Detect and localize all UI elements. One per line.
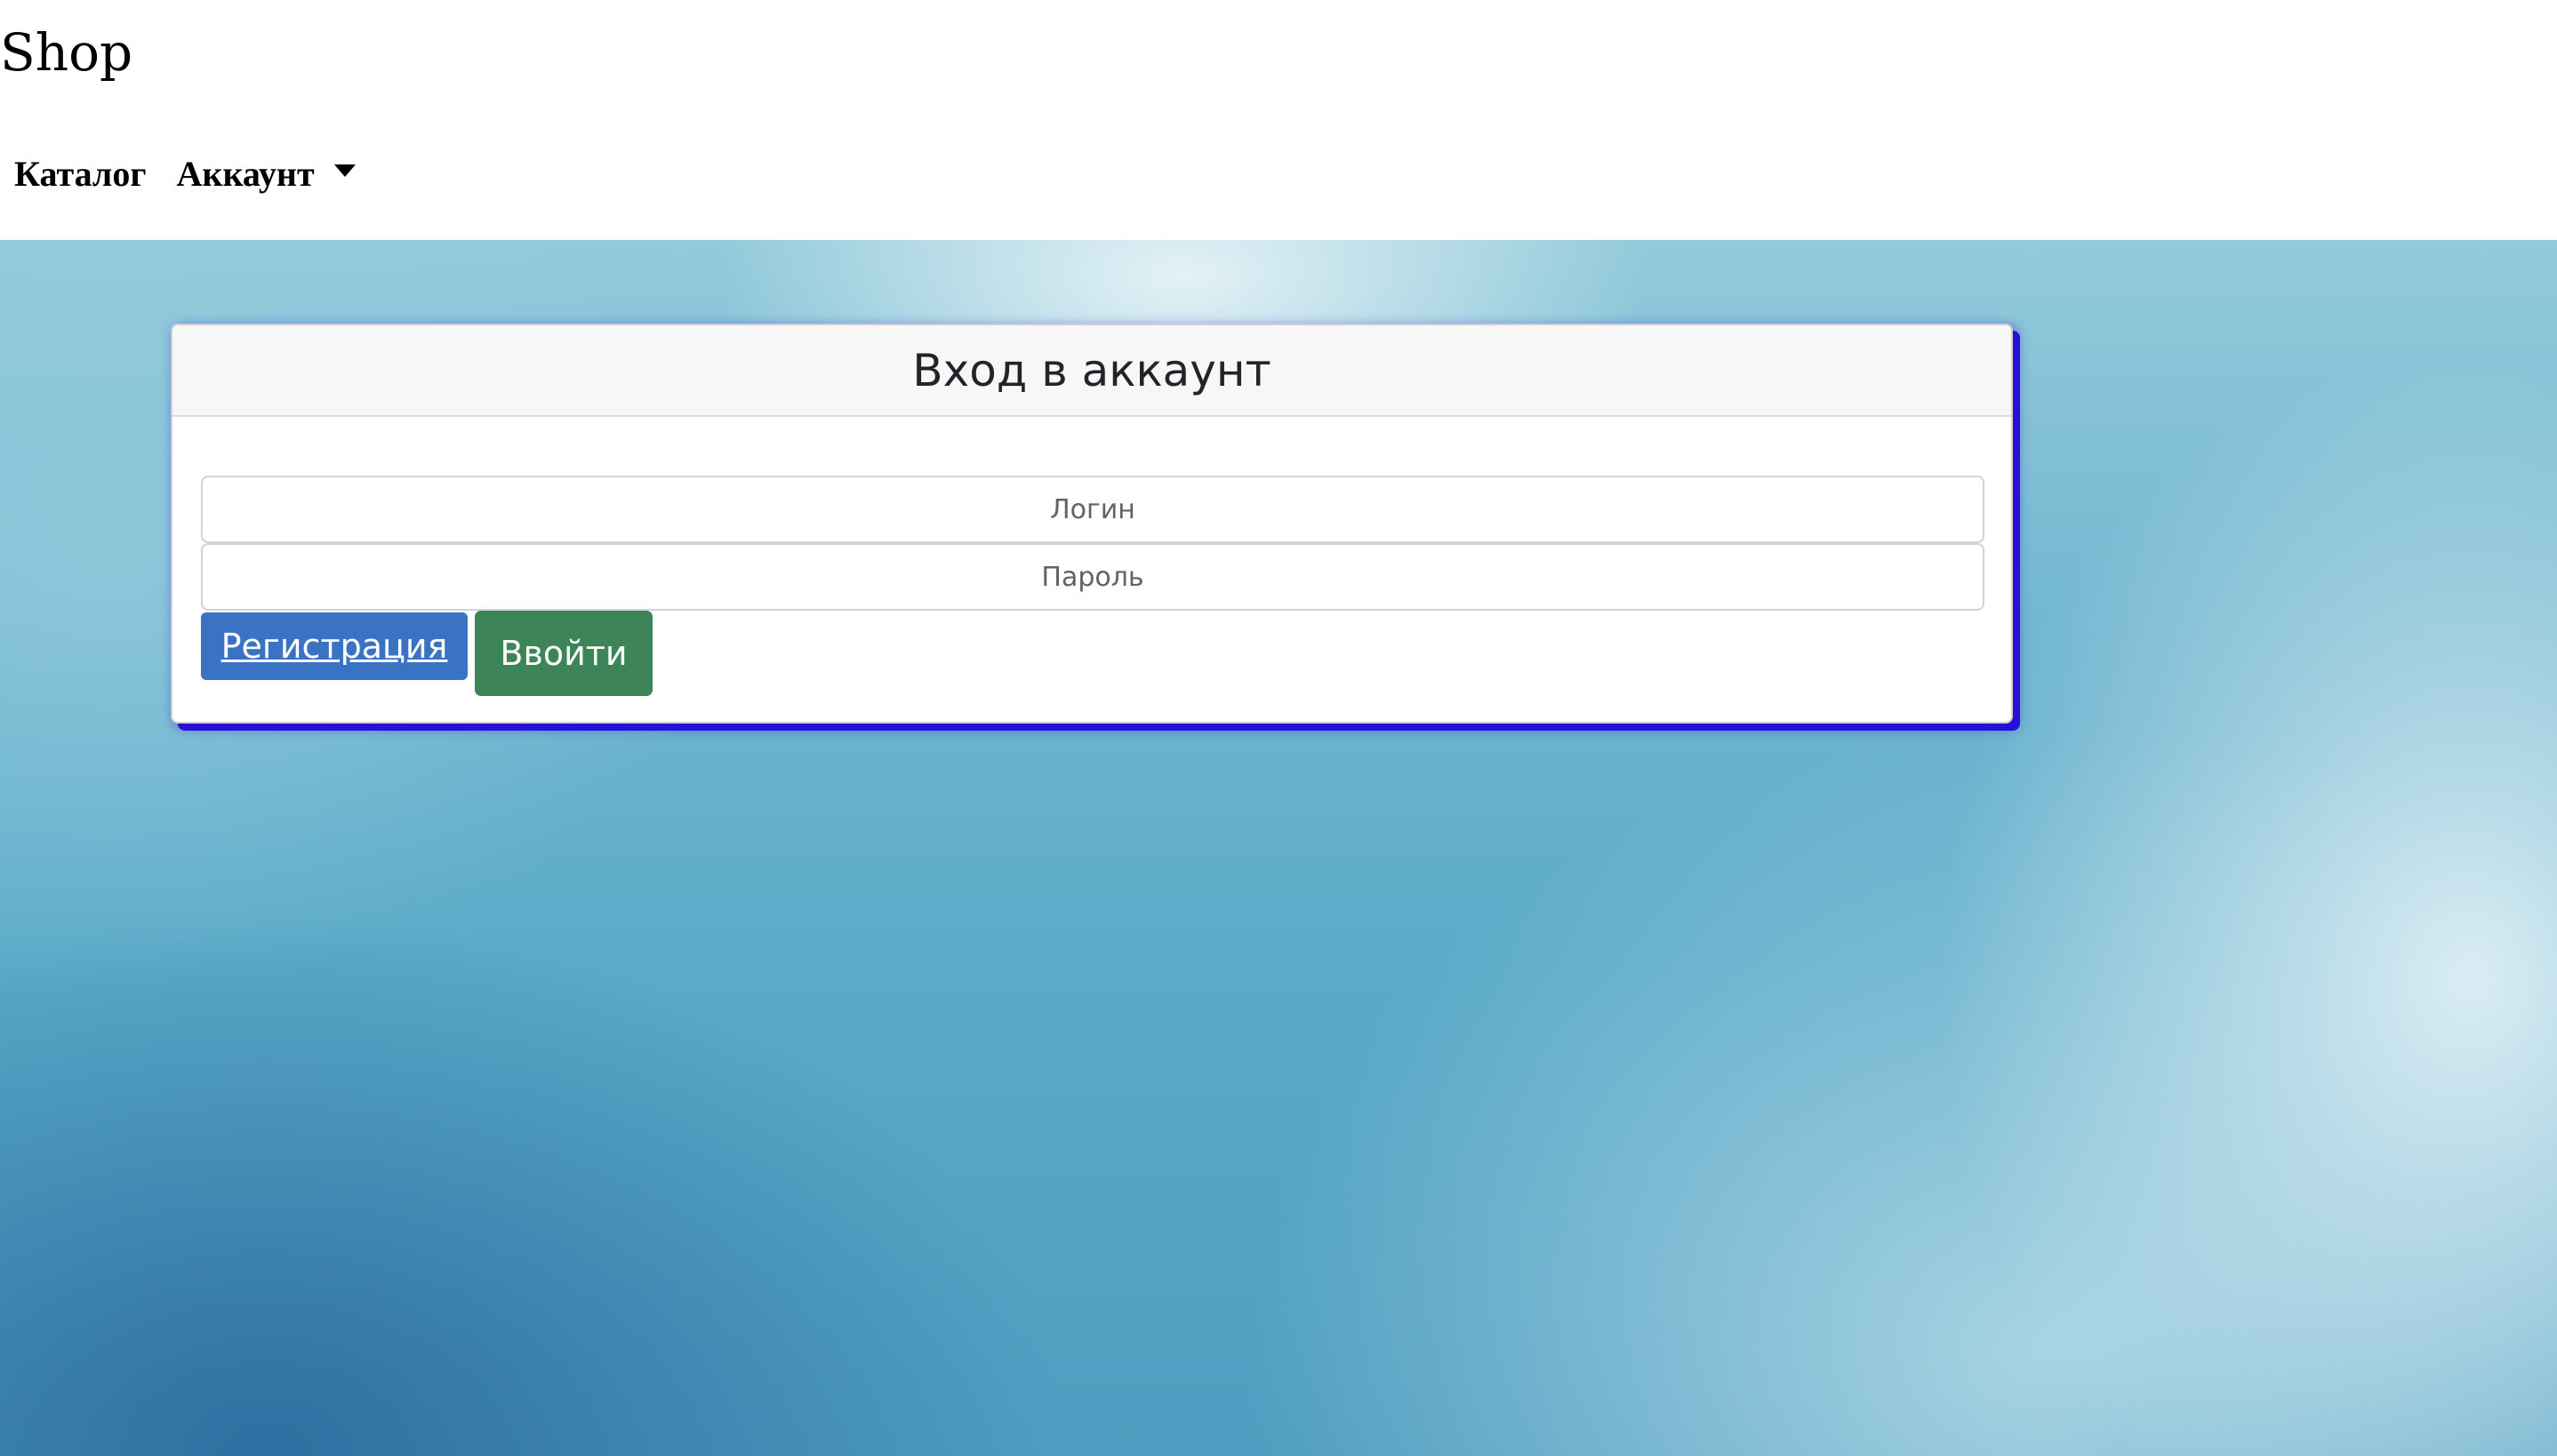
login-submit-button[interactable]: Ввойти — [475, 611, 653, 696]
brand-logo[interactable]: Shop — [0, 27, 132, 78]
nav-item-catalog[interactable]: Каталог — [14, 156, 147, 192]
login-submit-button-label: Ввойти — [500, 634, 628, 673]
nav-item-account-dropdown[interactable]: Аккаунт — [177, 156, 356, 192]
nav-item-catalog-label: Каталог — [14, 154, 147, 194]
register-button[interactable]: Регистрация — [201, 612, 468, 680]
login-card-title: Вход в аккаунт — [912, 344, 1271, 396]
nav-item-account-label: Аккаунт — [176, 154, 315, 194]
login-card: Вход в аккаунт Регистрация Ввойти — [171, 324, 2013, 724]
main-nav: Каталог Аккаунт — [14, 156, 356, 192]
login-card-header: Вход в аккаунт — [172, 325, 2011, 417]
register-button-label: Регистрация — [220, 627, 448, 666]
login-input[interactable] — [201, 476, 1984, 543]
site-header: Shop Каталог Аккаунт — [0, 0, 2557, 240]
password-input[interactable] — [201, 543, 1984, 611]
caret-down-icon — [333, 164, 356, 177]
